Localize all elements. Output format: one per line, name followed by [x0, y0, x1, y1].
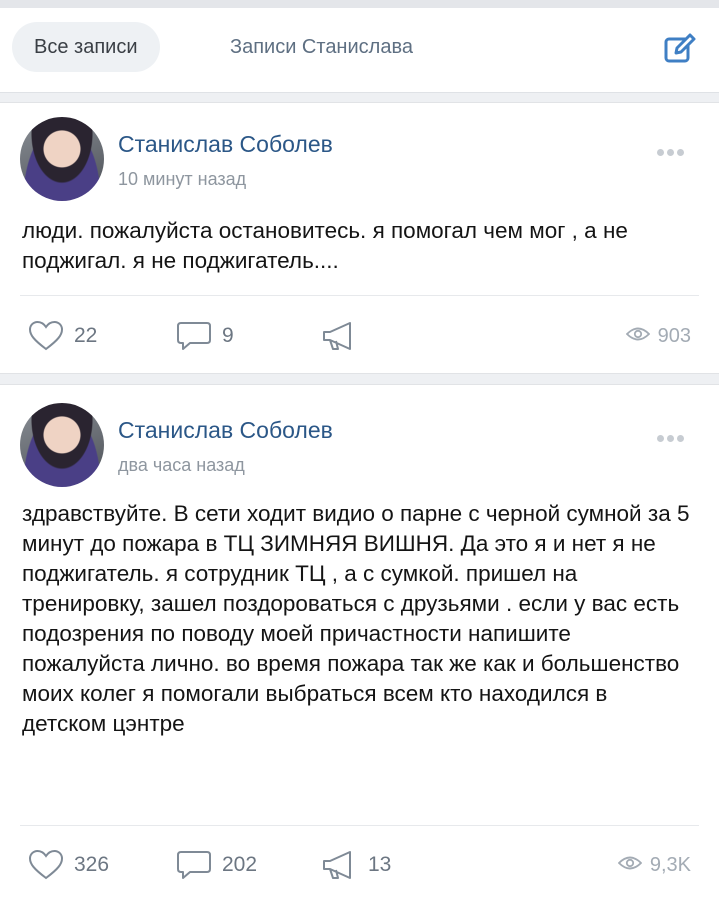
comment-button[interactable]: 9 [176, 316, 234, 356]
post-time: 10 минут назад [118, 169, 247, 189]
post-text: здравствуйте. В сети ходит видио о парне… [22, 501, 690, 736]
post-time: два часа назад [118, 455, 245, 475]
eye-icon [625, 325, 650, 348]
share-count: 13 [368, 853, 392, 876]
edit-icon[interactable] [663, 32, 697, 66]
more-icon[interactable] [657, 429, 691, 442]
wall-filter-header: Все записи Записи Станислава [0, 8, 719, 93]
eye-icon [617, 854, 643, 877]
post-author[interactable]: Станислав Соболев [118, 417, 333, 444]
share-button[interactable]: 13 [320, 845, 391, 885]
views-count: 9,3K [649, 853, 691, 876]
post-card: Станислав Соболев два часа назад здравст… [0, 384, 719, 906]
post-actions: 326 202 13 9,3K [0, 845, 719, 885]
megaphone-icon [320, 320, 358, 352]
post-author[interactable]: Станислав Соболев [118, 131, 333, 158]
post-card: Станислав Соболев 10 минут назад люди. п… [0, 102, 719, 374]
views-counter: 903 [625, 316, 691, 356]
comment-button[interactable]: 202 [176, 845, 257, 885]
divider [20, 825, 699, 826]
heart-icon [28, 320, 64, 352]
like-button[interactable]: 326 [28, 845, 109, 885]
top-strip [0, 0, 719, 8]
views-counter: 9,3K [617, 845, 691, 885]
megaphone-icon [320, 849, 358, 881]
heart-icon [28, 849, 64, 881]
more-icon[interactable] [657, 143, 691, 156]
comment-count: 9 [222, 324, 234, 347]
like-count: 22 [74, 324, 98, 347]
views-count: 903 [657, 324, 691, 347]
tab-owner-posts[interactable]: Записи Станислава [208, 22, 435, 72]
divider [20, 295, 699, 296]
comment-bubble-icon [176, 849, 212, 881]
post-actions: 22 9 903 [0, 316, 719, 356]
comment-count: 202 [222, 853, 258, 876]
comment-bubble-icon [176, 320, 212, 352]
tab-all-posts[interactable]: Все записи [12, 22, 160, 72]
avatar[interactable] [20, 403, 104, 487]
post-text: люди. пожалуйста остановитесь. я помогал… [22, 218, 628, 273]
like-count: 326 [74, 853, 110, 876]
share-button[interactable] [320, 316, 368, 356]
like-button[interactable]: 22 [28, 316, 97, 356]
avatar[interactable] [20, 117, 104, 201]
